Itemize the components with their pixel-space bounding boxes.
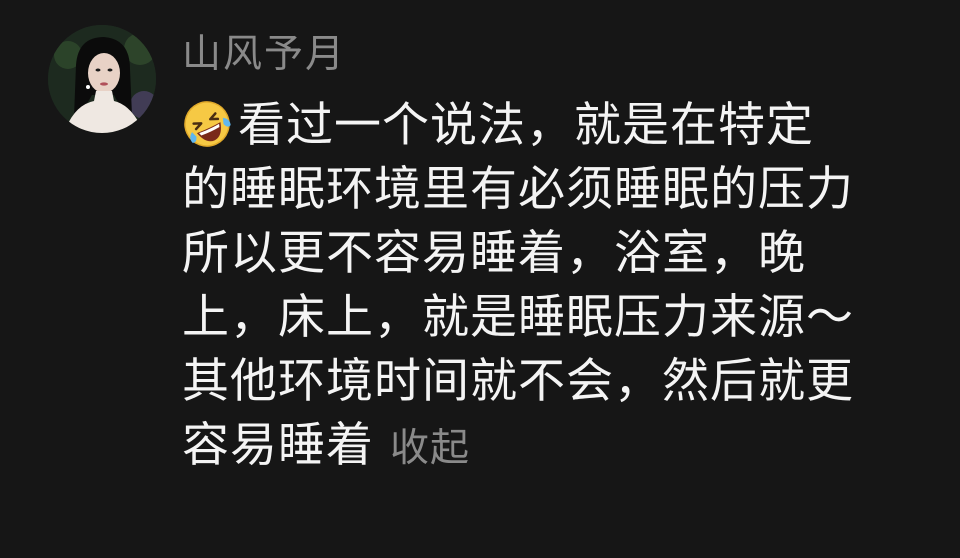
comment-line: 的睡眠环境里有必须睡眠的压力 xyxy=(182,162,854,217)
comment-line: 所以更不容易睡着，浴室，晚 xyxy=(182,226,806,281)
avatar[interactable] xyxy=(48,25,156,133)
comment-line: 看过一个说法，就是在特定 xyxy=(182,94,922,158)
rolling-on-floor-laughing-icon xyxy=(182,99,232,149)
comment-line-text: 看过一个说法，就是在特定 xyxy=(238,98,814,153)
comment-line-text: 容易睡着 xyxy=(182,418,374,473)
comment-line-last: 容易睡着 收起 xyxy=(182,414,922,478)
comment-card: 山风予月 看过一个说法，就是在特定 的睡眠环境里有必须睡眠的压力 所以更不容易睡… xyxy=(0,0,960,558)
comment-line: 其他环境时间就不会，然后就更 xyxy=(182,354,854,409)
comment-text: 看过一个说法，就是在特定 的睡眠环境里有必须睡眠的压力 所以更不容易睡着，浴室，… xyxy=(182,94,922,478)
avatar-image xyxy=(48,25,156,133)
comment-line: 上，床上，就是睡眠压力来源～ xyxy=(182,290,854,345)
collapse-link[interactable]: 收起 xyxy=(390,426,470,471)
username[interactable]: 山风予月 xyxy=(182,30,346,80)
